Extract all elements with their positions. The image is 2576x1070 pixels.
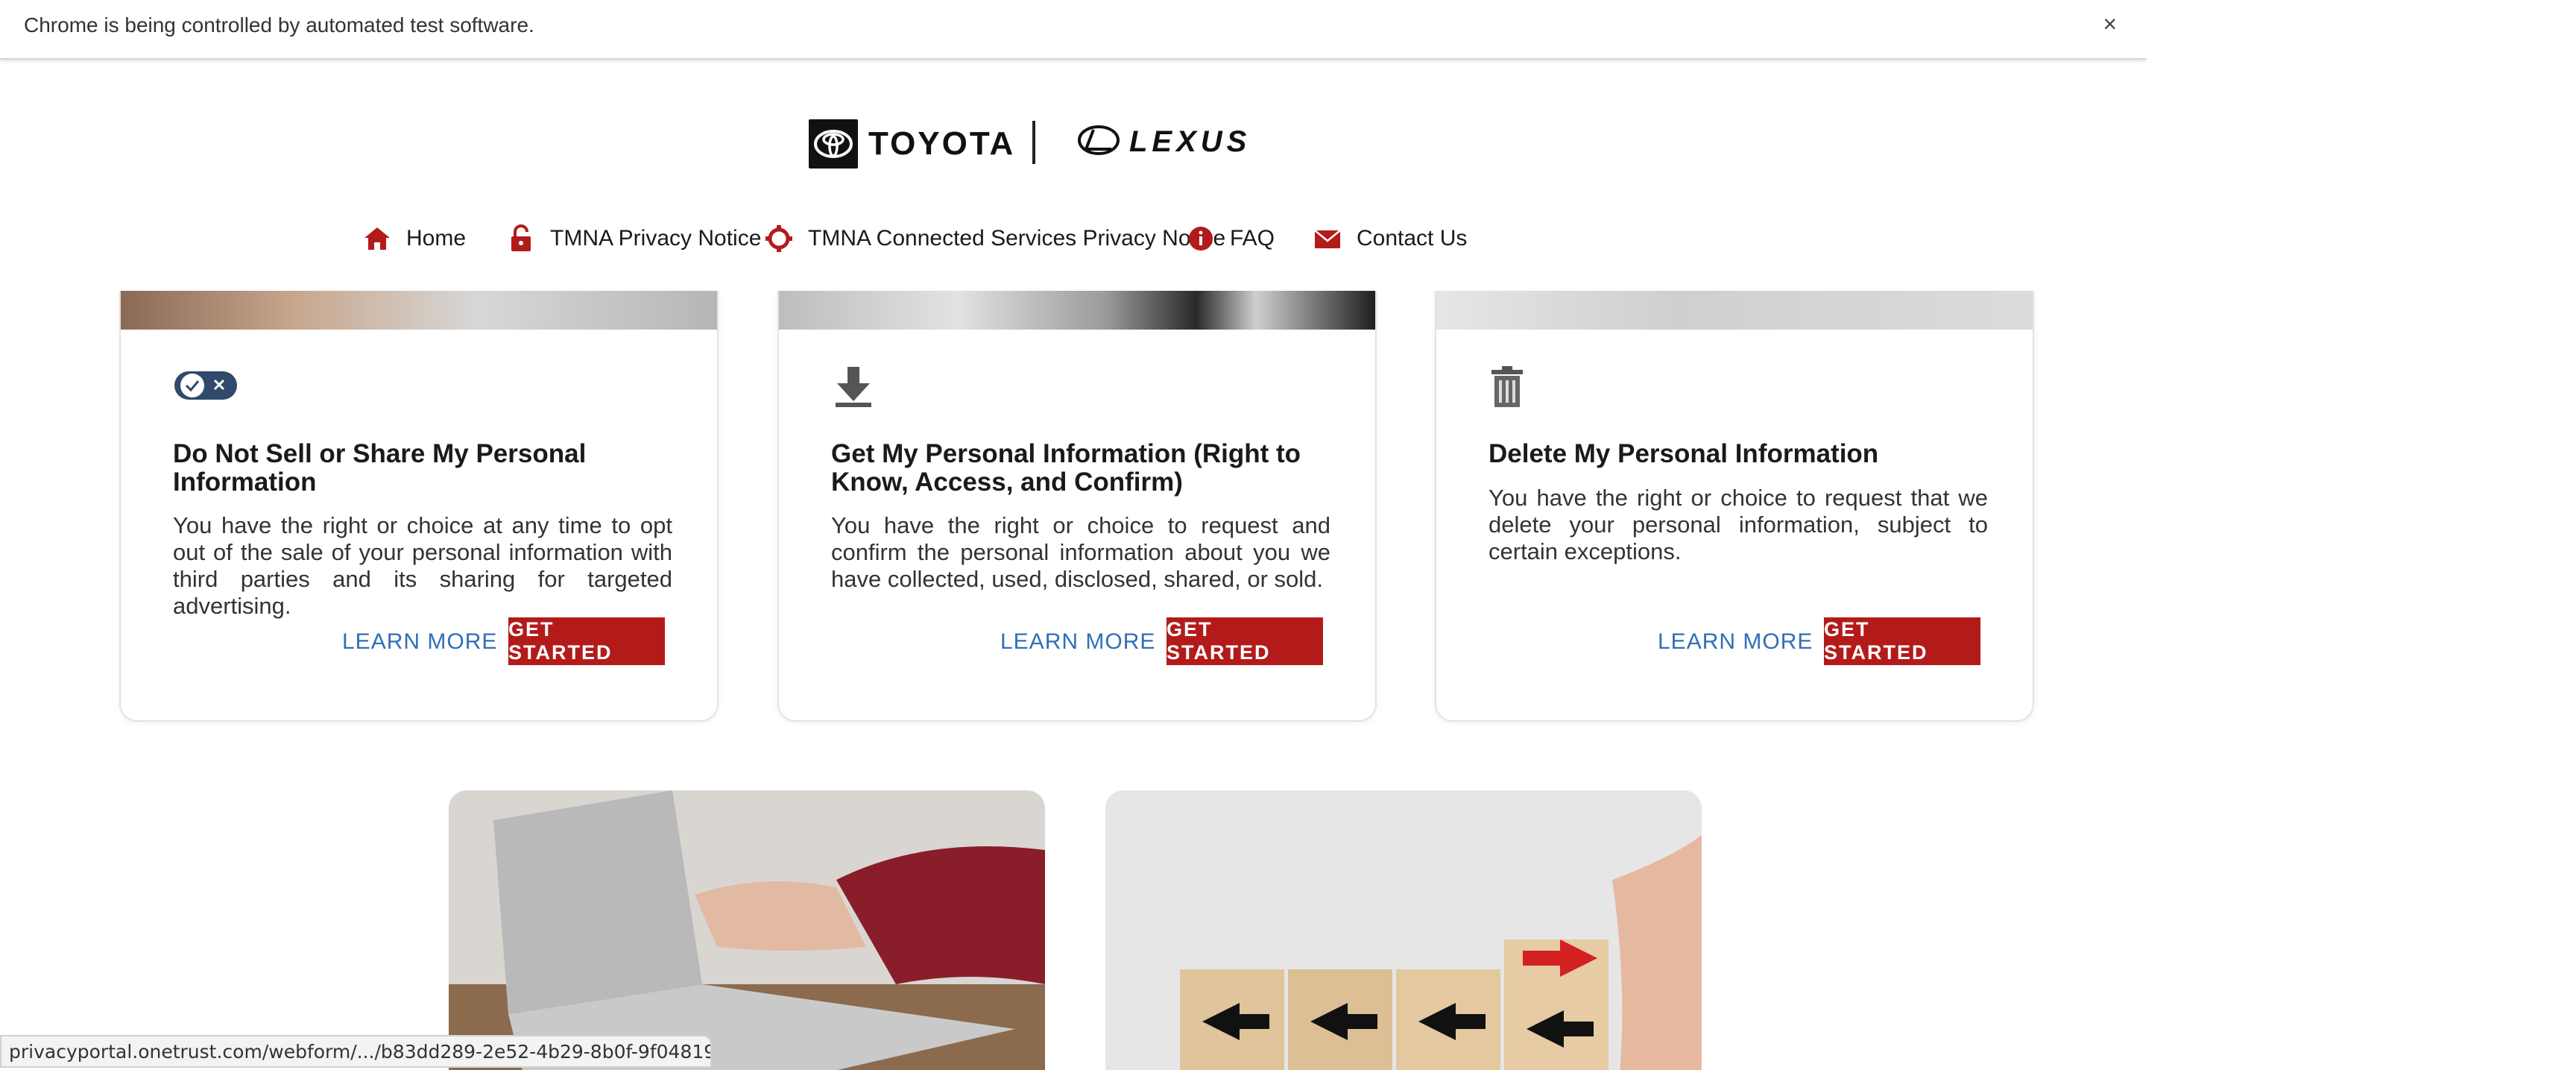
info-icon — [1185, 223, 1216, 254]
nav-faq-label: FAQ — [1230, 226, 1275, 251]
home-icon — [362, 223, 393, 254]
connected-services-icon — [763, 223, 795, 254]
nav-connected-services-label: TMNA Connected Services Privacy Notice — [808, 226, 1226, 251]
nav-home[interactable]: Home — [362, 216, 466, 261]
download-icon — [831, 365, 897, 410]
card-delete-my-info: Delete My Personal Information You have … — [1435, 224, 2034, 722]
toyota-wordmark: TOYOTA — [868, 125, 1016, 162]
lexus-wordmark: LEXUS — [1129, 125, 1251, 158]
brand-logos: TOYOTA LEXUS — [809, 118, 1271, 170]
lock-icon — [505, 223, 537, 254]
link-status-bar: privacyportal.onetrust.com/webform/.../b… — [0, 1035, 712, 1068]
card-title: Delete My Personal Information — [1489, 439, 1879, 468]
automation-infobar: Chrome is being controlled by automated … — [0, 0, 2147, 60]
main-nav: Home TMNA Privacy Notice TMNA Connected … — [0, 216, 2147, 261]
arrows-blocks-photo-card — [1105, 790, 1702, 1070]
get-started-button[interactable]: GET STARTED — [508, 617, 665, 665]
nav-tmna-privacy-notice-label: TMNA Privacy Notice — [550, 226, 762, 251]
toyota-logo-icon — [809, 119, 858, 169]
infobar-close-icon[interactable]: × — [2103, 10, 2117, 38]
nav-contact-us[interactable]: Contact Us — [1312, 216, 1467, 261]
brand-separator — [1032, 121, 1035, 164]
blank-area — [2147, 0, 2576, 1070]
card-title: Do Not Sell or Share My Personal Informa… — [173, 439, 587, 497]
lexus-logo-icon — [1077, 124, 1120, 157]
learn-more-button[interactable]: LEARN MORE — [1000, 629, 1155, 655]
card-get-my-info: Get My Personal Information (Right to Kn… — [777, 224, 1377, 722]
card-title: Get My Personal Information (Right to Kn… — [831, 439, 1301, 497]
get-started-button[interactable]: GET STARTED — [1824, 617, 1980, 665]
arrow-blocks-image — [1105, 790, 1702, 1070]
card-do-not-sell: Do Not Sell or Share My Personal Informa… — [119, 224, 719, 722]
nav-home-label: Home — [406, 226, 467, 251]
learn-more-button[interactable]: LEARN MORE — [342, 629, 497, 655]
toggle-icon — [173, 365, 239, 410]
nav-connected-services[interactable]: TMNA Connected Services Privacy Notice — [763, 216, 1225, 261]
laptop-typing-image — [449, 790, 1045, 1070]
card-description: You have the right or choice to request … — [1489, 485, 1988, 564]
nav-contact-us-label: Contact Us — [1357, 226, 1468, 251]
nav-tmna-privacy-notice[interactable]: TMNA Privacy Notice — [505, 216, 761, 261]
card-description: You have the right or choice to request … — [831, 512, 1330, 592]
nav-faq[interactable]: FAQ — [1185, 216, 1275, 261]
card-description: You have the right or choice at any time… — [173, 512, 672, 619]
site-header: TOYOTA LEXUS Home TMNA Privacy Notice TM… — [0, 60, 2147, 291]
learn-more-button[interactable]: LEARN MORE — [1658, 629, 1813, 655]
browser-viewport: Chrome is being controlled by automated … — [0, 0, 2147, 1070]
trash-icon — [1489, 365, 1554, 410]
infobar-message: Chrome is being controlled by automated … — [24, 13, 534, 37]
get-started-button[interactable]: GET STARTED — [1167, 617, 1323, 665]
laptop-photo-card — [449, 790, 1045, 1070]
envelope-icon — [1312, 223, 1343, 254]
